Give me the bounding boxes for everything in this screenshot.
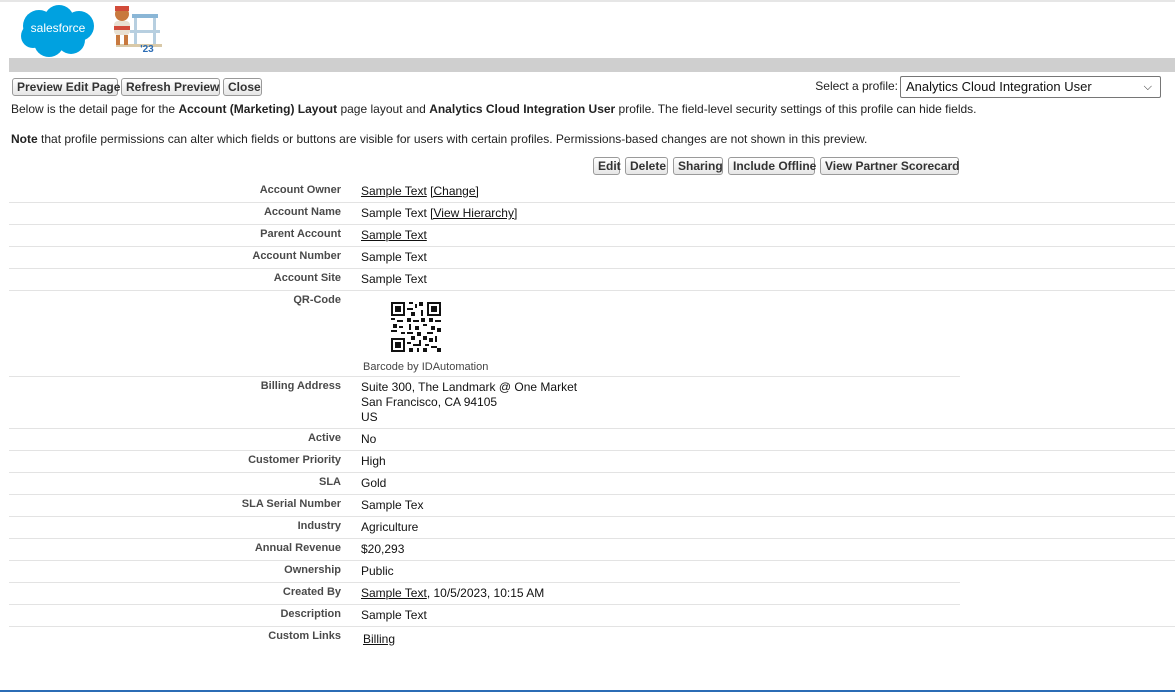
created-by-user-link[interactable]: Sample Text — [361, 586, 427, 600]
field-row-account-site: Account Site Sample Text — [9, 268, 1175, 291]
field-label: Created By — [282, 586, 341, 598]
field-value: Gold — [361, 476, 387, 490]
field-label: Description — [280, 608, 341, 620]
account-owner-link[interactable]: Sample Text — [361, 184, 427, 198]
field-row-account-name: Account Name Sample Text [View Hierarchy… — [9, 202, 1175, 225]
barcode-caption: Barcode by IDAutomation — [363, 361, 489, 373]
chevron-down-icon: ⌵ — [1143, 81, 1152, 93]
field-value: Public — [361, 564, 394, 578]
field-row-sla: SLA Gold — [9, 472, 1175, 495]
view-partner-scorecard-button[interactable]: View Partner Scorecard — [820, 157, 960, 175]
field-value: Sample Text — [361, 608, 427, 622]
field-value: Suite 300, The Landmark @ One Market San… — [361, 380, 577, 425]
profile-select-value: Analytics Cloud Integration User — [906, 79, 1092, 94]
field-label: Account Name — [263, 206, 341, 218]
preview-edit-page-button[interactable]: Preview Edit Page — [12, 78, 120, 96]
field-value: Sample Text, 10/5/2023, 10:15 AM — [361, 586, 544, 601]
field-label: Account Number — [252, 250, 341, 262]
field-row-ownership: Ownership Public — [9, 560, 960, 583]
qr-code-image — [391, 302, 441, 352]
field-label: Billing Address — [260, 380, 341, 392]
field-row-created-by: Created By Sample Text, 10/5/2023, 10:15… — [9, 582, 960, 605]
field-row-active: Active No — [9, 428, 1175, 451]
field-label: Ownership — [284, 564, 341, 576]
field-value: Sample Tex — [361, 498, 424, 512]
refresh-preview-button[interactable]: Refresh Preview — [121, 78, 220, 96]
field-label: Parent Account — [260, 228, 341, 240]
address-line-3: US — [361, 410, 378, 424]
profile-name: Analytics Cloud Integration User — [429, 102, 616, 116]
header-divider-bar — [9, 58, 1175, 72]
close-button[interactable]: Close — [223, 78, 262, 96]
field-label: SLA — [319, 476, 341, 488]
view-hierarchy-link[interactable]: [View Hierarchy] — [430, 206, 517, 220]
profile-select[interactable]: Analytics Cloud Integration User ⌵ — [900, 76, 1161, 98]
edit-button[interactable]: Edit — [593, 157, 621, 175]
salesforce-logo[interactable]: salesforce — [19, 4, 97, 58]
include-offline-button[interactable]: Include Offline — [728, 157, 816, 175]
created-date: , 10/5/2023, 10:15 AM — [426, 586, 545, 600]
field-row-sla-serial-number: SLA Serial Number Sample Tex — [9, 494, 1175, 517]
field-value: $20,293 — [361, 542, 405, 556]
field-row-parent-account: Parent Account Sample Text — [9, 224, 1175, 247]
field-label: Account Owner — [259, 184, 341, 196]
sharing-button[interactable]: Sharing — [673, 157, 723, 175]
field-row-annual-revenue: Annual Revenue $20,293 — [9, 538, 1175, 561]
field-row-account-number: Account Number Sample Text — [9, 246, 1175, 269]
parent-account-link[interactable]: Sample Text — [361, 228, 427, 242]
field-value: Agriculture — [361, 520, 419, 534]
permissions-note: Note that profile permissions can alter … — [11, 132, 868, 146]
layout-name: Account (Marketing) Layout — [178, 102, 338, 116]
field-row-custom-links: Custom Links Billing — [9, 626, 960, 652]
svg-text:salesforce: salesforce — [31, 21, 86, 35]
field-value: High — [361, 454, 386, 468]
field-value: Sample Text [Change] — [361, 184, 479, 199]
billing-custom-link[interactable]: Billing — [363, 632, 395, 646]
field-row-customer-priority: Customer Priority High — [9, 450, 1175, 473]
field-value: Billing — [363, 632, 395, 647]
field-value: Sample Text — [361, 250, 427, 264]
field-label: Customer Priority — [248, 454, 341, 466]
field-label: QR-Code — [293, 294, 341, 306]
field-row-industry: Industry Agriculture — [9, 516, 1175, 539]
address-line-1: Suite 300, The Landmark @ One Market — [361, 380, 578, 394]
field-label: Account Site — [273, 272, 341, 284]
release-mascot-icon: '23 — [114, 6, 162, 55]
field-value: No — [361, 432, 377, 446]
field-label: SLA Serial Number — [241, 498, 341, 510]
field-label: Custom Links — [268, 630, 341, 642]
address-line-2: San Francisco, CA 94105 — [361, 395, 498, 409]
delete-button[interactable]: Delete — [625, 157, 668, 175]
profile-label: Select a profile: — [815, 79, 898, 93]
field-value: Sample Text — [361, 272, 427, 286]
header: salesforce '23 — [0, 2, 1175, 58]
field-value: Sample Text [View Hierarchy] — [361, 206, 518, 220]
svg-text:'23: '23 — [140, 44, 154, 55]
field-label: Industry — [297, 520, 341, 532]
field-label: Annual Revenue — [254, 542, 341, 554]
field-row-description: Description Sample Text — [9, 604, 1175, 627]
field-label: Active — [307, 432, 341, 444]
field-value: Sample Text — [361, 228, 427, 243]
change-owner-link[interactable]: [Change] — [430, 184, 479, 198]
footer-rule — [0, 690, 1175, 692]
field-row-billing-address: Billing Address Suite 300, The Landmark … — [9, 376, 1175, 429]
layout-description: Below is the detail page for the Account… — [11, 102, 977, 116]
field-row-account-owner: Account Owner Sample Text [Change] — [9, 180, 1175, 203]
